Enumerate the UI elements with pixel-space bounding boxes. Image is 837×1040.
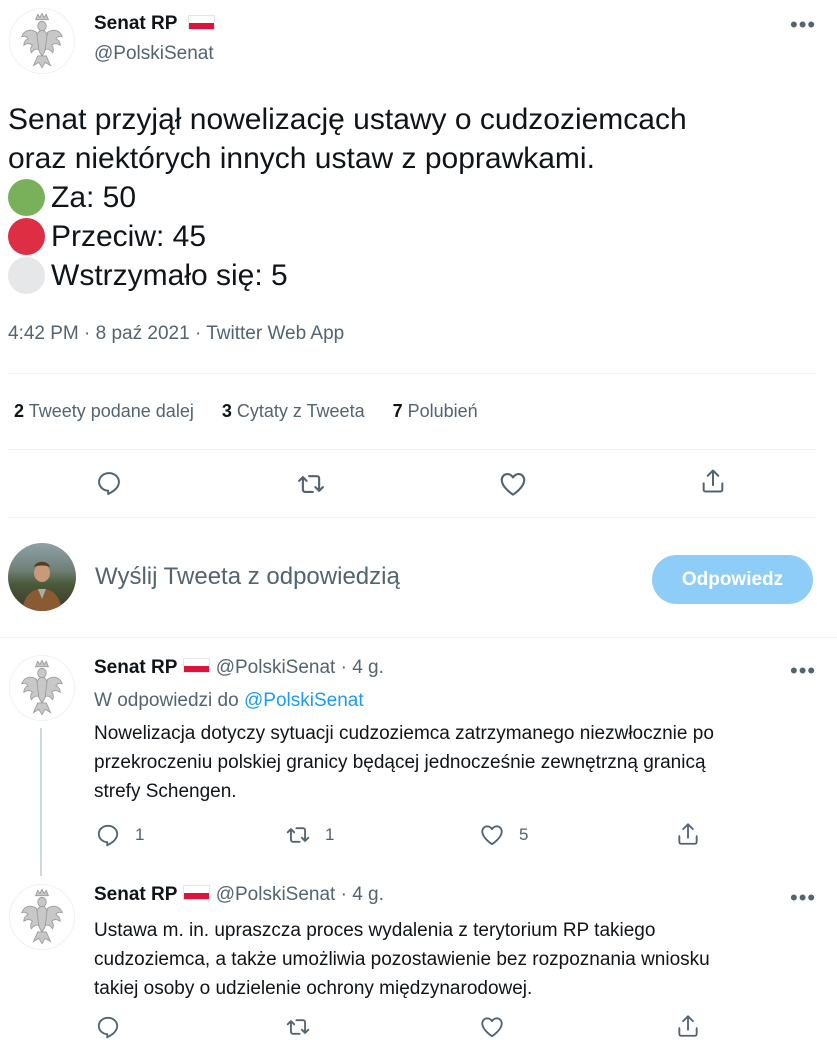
reply-button[interactable] [95, 469, 123, 497]
retweet-count: 1 [325, 825, 335, 844]
tweet-text-line: oraz niektórych innych ustaw z poprawkam… [8, 142, 595, 175]
author-name[interactable]: Senat RP [94, 13, 177, 34]
share-icon [675, 1013, 701, 1039]
white-circle-icon [8, 257, 45, 294]
like-button[interactable] [479, 1014, 505, 1040]
quotes-label: Cytaty z Tweeta [236, 401, 365, 421]
author-avatar[interactable] [9, 8, 75, 74]
reply-icon [95, 822, 121, 848]
retweet-icon [285, 1014, 311, 1040]
reply-author-handle[interactable]: @PolskiSenat [216, 657, 336, 678]
reply-button[interactable]: 1 [95, 822, 144, 848]
senate-eagle-logo [10, 656, 74, 720]
retweet-icon [285, 822, 311, 848]
vote-abstain: Wstrzymało się: 5 [8, 256, 808, 295]
senate-eagle-logo [10, 9, 74, 73]
reply-to-prefix: W odpowiedzi do [94, 690, 239, 711]
likes-label: Polubień [407, 401, 478, 421]
reply-text-line: takiej osoby o udzielenie ochrony między… [94, 978, 533, 999]
reply-time[interactable]: · 4 g. [341, 657, 384, 678]
reply-text-line: Nowelizacja dotyczy sytuacji cudzoziemca… [94, 723, 714, 744]
quotes-stat[interactable]: 3 Cytaty z Tweeta [222, 401, 365, 422]
vote-for-label: Za: 50 [51, 181, 137, 214]
like-button[interactable] [498, 469, 528, 499]
poland-flag-icon [183, 658, 211, 674]
red-circle-icon [8, 218, 45, 255]
reply-to-line: W odpowiedzi do @PolskiSenat [94, 690, 364, 712]
reply-author-name[interactable]: Senat RP [94, 884, 177, 905]
user-avatar[interactable] [8, 543, 76, 611]
share-button[interactable] [699, 467, 727, 495]
reply-text-line: Ustawa m. in. upraszcza proces wydalenia… [94, 920, 656, 941]
reply-icon [95, 469, 123, 497]
reply-time[interactable]: · 4 g. [341, 884, 384, 905]
retweet-button[interactable] [296, 469, 326, 499]
reply-button[interactable] [95, 1014, 121, 1040]
divider [8, 449, 816, 450]
retweets-stat[interactable]: 2 Tweety podane dalej [14, 401, 194, 422]
reply-text-line: przekroczeniu polskiej granicy będącej j… [94, 752, 706, 773]
quotes-count: 3 [221, 401, 232, 421]
divider [0, 637, 837, 638]
tweet-stats: 2 Tweety podane dalej 3 Cytaty z Tweeta … [14, 401, 478, 422]
reply-author-handle[interactable]: @PolskiSenat [216, 884, 336, 905]
thread-line [40, 728, 42, 876]
likes-count: 7 [392, 401, 403, 421]
reply-header: Senat RP @PolskiSenat · 4 g. [94, 884, 384, 906]
reply-icon [95, 1014, 121, 1040]
reply-author-avatar[interactable] [9, 655, 75, 721]
like-icon [479, 1014, 505, 1040]
reply-to-handle-link[interactable]: @PolskiSenat [244, 690, 364, 711]
reply-text-line: cudzoziemca, a także umożliwia pozostawi… [94, 949, 710, 970]
reply-compose-input[interactable]: Wyślij Tweeta z odpowiedzią [95, 563, 400, 591]
vote-abstain-label: Wstrzymało się: 5 [51, 259, 288, 292]
more-options-icon[interactable]: ••• [790, 885, 816, 911]
divider [8, 517, 816, 518]
more-options-icon[interactable]: ••• [790, 658, 816, 684]
reply-text: Ustawa m. in. upraszcza proces wydalenia… [94, 916, 814, 1003]
poland-flag-icon [187, 15, 215, 31]
reply-text-line: strefy Schengen. [94, 781, 237, 802]
poland-flag-icon [183, 885, 211, 901]
user-photo [22, 561, 62, 611]
share-icon [675, 821, 701, 847]
author-name-row[interactable]: Senat RP [94, 13, 215, 35]
reply-submit-button[interactable]: Odpowiedz [652, 555, 813, 604]
like-count: 5 [519, 825, 529, 844]
share-button[interactable] [675, 1013, 701, 1039]
reply-count: 1 [135, 825, 145, 844]
tweet-timestamp[interactable]: 4:42 PM · 8 paź 2021 · Twitter Web App [8, 323, 344, 345]
reply-text: Nowelizacja dotyczy sytuacji cudzoziemca… [94, 719, 814, 806]
like-icon [479, 822, 505, 848]
like-icon [498, 469, 528, 499]
share-icon [699, 467, 727, 495]
more-options-icon[interactable]: ••• [790, 12, 816, 38]
reply-author-name[interactable]: Senat RP [94, 657, 177, 678]
author-handle[interactable]: @PolskiSenat [94, 43, 214, 65]
tweet-text-line: Senat przyjął nowelizację ustawy o cudzo… [8, 103, 687, 136]
vote-against: Przeciw: 45 [8, 217, 808, 256]
vote-against-label: Przeciw: 45 [51, 220, 207, 253]
retweet-icon [296, 469, 326, 499]
like-button[interactable]: 5 [479, 822, 528, 848]
tweet-text: Senat przyjął nowelizację ustawy o cudzo… [8, 100, 808, 295]
reply-header: Senat RP @PolskiSenat · 4 g. [94, 657, 384, 679]
senate-eagle-logo [10, 885, 74, 949]
green-circle-icon [8, 179, 45, 216]
divider [8, 373, 816, 374]
share-button[interactable] [675, 821, 701, 847]
reply-author-avatar[interactable] [9, 884, 75, 950]
vote-for: Za: 50 [8, 178, 808, 217]
retweet-button[interactable]: 1 [285, 822, 334, 848]
retweets-label: Tweety podane dalej [28, 401, 194, 421]
likes-stat[interactable]: 7 Polubień [393, 401, 478, 422]
retweets-count: 2 [14, 401, 25, 421]
retweet-button[interactable] [285, 1014, 311, 1040]
